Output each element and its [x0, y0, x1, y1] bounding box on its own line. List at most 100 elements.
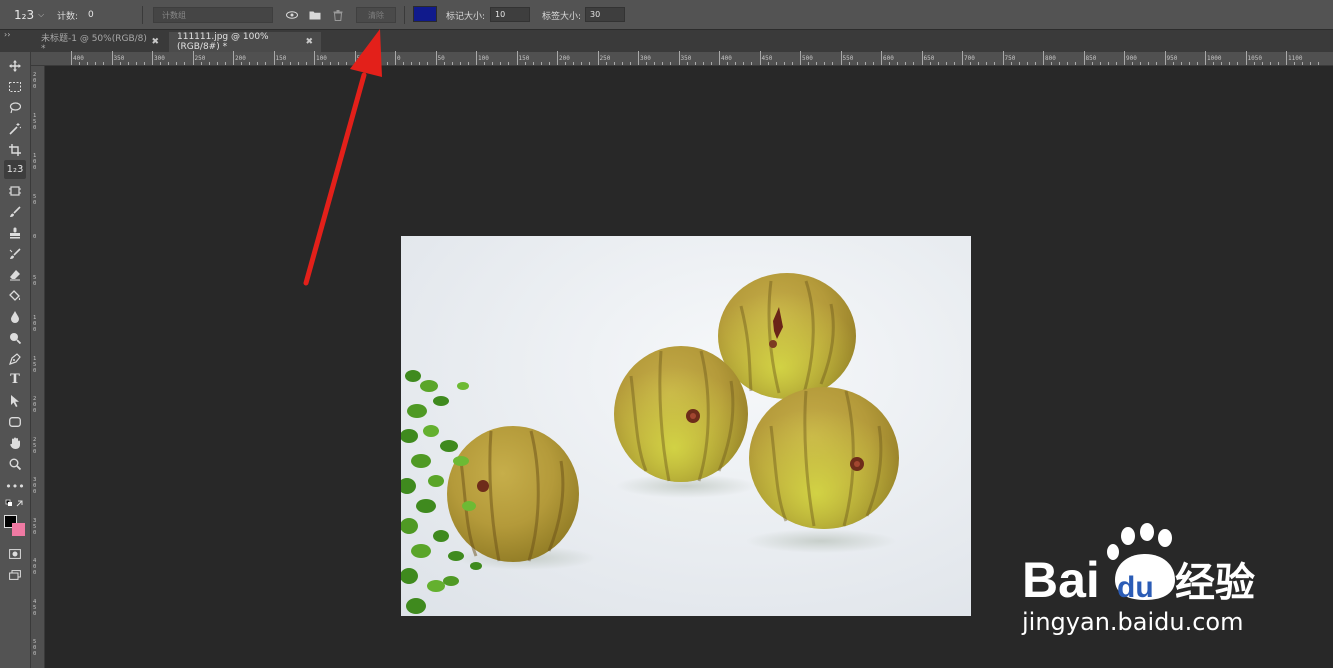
ruler-major-tick [476, 51, 477, 65]
pen-icon[interactable] [4, 349, 26, 368]
ruler-minor-tick [783, 62, 785, 65]
ruler-label: 50 [356, 55, 364, 62]
type-icon[interactable]: T [4, 370, 26, 389]
marker-size-label: 标记大小: [446, 11, 486, 22]
count-group-select[interactable]: 计数组 [153, 7, 273, 23]
more-tools-icon[interactable]: ••• [4, 477, 26, 496]
ruler-minor-tick [200, 62, 202, 65]
label-size-input[interactable]: 30 [585, 7, 625, 22]
ruler-major-tick [638, 51, 639, 65]
trash-icon[interactable] [331, 8, 345, 22]
path-select-icon[interactable] [4, 391, 26, 410]
count-tool-icon[interactable]: 1₂3 [4, 160, 26, 179]
ruler-major-tick [516, 51, 518, 65]
ruler-major-tick [273, 51, 275, 65]
tab-111111-jpg[interactable]: 111111.jpg @ 100%(RGB/8#) * ✖ [169, 32, 321, 52]
marker-color-swatch[interactable] [413, 6, 437, 22]
history-brush-icon[interactable] [4, 244, 26, 263]
stamp-icon[interactable] [4, 223, 26, 242]
ruler-minor-tick [1140, 62, 1142, 65]
ruler-label: 850 [1085, 55, 1097, 62]
document-image[interactable] [401, 236, 971, 616]
paint-bucket-icon[interactable] [4, 286, 26, 305]
brush-icon[interactable] [4, 202, 26, 221]
tool-preset-picker[interactable]: 1₂3 ⌵ [14, 0, 44, 30]
tab-label: 111111.jpg @ 100%(RGB/8#) * [177, 32, 269, 52]
blur-icon[interactable] [4, 307, 26, 326]
ruler-label: 150 [33, 355, 37, 374]
ruler-label: 100 [316, 55, 327, 62]
collapse-panel-icon[interactable]: ›› [4, 30, 10, 39]
ruler-label: 450 [33, 598, 37, 617]
ruler-label: 300 [640, 55, 651, 62]
ruler-minor-tick [1156, 62, 1158, 65]
tab-untitled[interactable]: 未标题-1 @ 50%(RGB/8) * ✖ [33, 32, 167, 54]
ruler-minor-tick [986, 62, 988, 65]
ruler-major-tick [840, 51, 842, 65]
crop-icon[interactable] [4, 140, 26, 159]
count-label: 计数: [57, 11, 79, 22]
watermark-domain: jingyan.baidu.com [1022, 608, 1244, 636]
lasso-icon[interactable] [4, 98, 26, 117]
ruler-minor-tick [1237, 62, 1239, 65]
ruler-minor-tick [735, 62, 737, 65]
ruler-minor-tick [362, 62, 364, 65]
options-divider [142, 6, 143, 24]
ruler-minor-tick [945, 62, 947, 65]
marquee-icon[interactable] [4, 77, 26, 96]
hand-icon[interactable] [4, 433, 26, 452]
ruler-minor-tick [289, 62, 291, 65]
ruler-minor-tick [451, 62, 453, 65]
ruler-minor-tick [1253, 62, 1255, 65]
swap-colors-icon[interactable] [4, 498, 26, 510]
ruler-major-tick [152, 51, 153, 65]
ruler-minor-tick [508, 62, 510, 65]
baidu-jingyan-watermark: Bai du 经验 jingyan.baidu.com [1020, 522, 1270, 642]
ruler-minor-tick [305, 62, 307, 65]
ruler-major-tick [395, 51, 396, 65]
zoom-icon[interactable] [4, 454, 26, 473]
clear-button[interactable]: 清除 [356, 7, 396, 23]
eye-icon[interactable] [285, 8, 299, 22]
ruler-minor-tick [322, 62, 324, 65]
tool-preset-label: 1₂3 [14, 8, 35, 22]
close-icon[interactable]: ✖ [305, 37, 313, 47]
dodge-icon[interactable] [4, 328, 26, 347]
eraser-icon[interactable] [4, 265, 26, 284]
ruler-label: 400 [721, 55, 732, 62]
ruler-minor-tick [646, 62, 648, 65]
figs-photo [401, 236, 971, 616]
ruler-label: 100 [478, 55, 489, 62]
close-icon[interactable]: ✖ [151, 37, 159, 47]
ruler-label: 500 [33, 639, 37, 657]
screen-mode-icon[interactable] [4, 565, 26, 584]
tools-panel: 1₂3 T ••• [0, 52, 31, 668]
ruler-major-tick [314, 51, 315, 65]
ruler-label: 100 [33, 315, 37, 333]
move-icon[interactable] [4, 56, 26, 75]
background-color-swatch[interactable] [12, 523, 25, 536]
ruler-label: 1050 [1247, 55, 1262, 62]
ruler-minor-tick [1099, 62, 1101, 65]
vertical-ruler: 200 150 100 50 0 50 100 150 200 250 300 350 400 450 50… [31, 66, 45, 668]
ruler-minor-tick [1115, 62, 1117, 65]
magic-wand-icon[interactable] [4, 119, 26, 138]
folder-icon[interactable] [308, 8, 322, 22]
logo-text-bai: Bai [1022, 552, 1100, 608]
ruler-minor-tick [1188, 62, 1190, 65]
ruler-label: 200 [559, 55, 570, 62]
ruler-minor-tick [346, 62, 348, 65]
logo-text-jingyan: 经验 [1175, 560, 1255, 606]
ruler-minor-tick [1107, 62, 1109, 65]
quick-mask-icon[interactable] [4, 544, 26, 563]
ruler-label: 500 [802, 55, 813, 62]
ruler-minor-tick [265, 62, 267, 65]
frame-icon[interactable] [4, 181, 26, 200]
shape-icon[interactable] [4, 412, 26, 431]
ruler-minor-tick [249, 62, 251, 65]
ruler-minor-tick [589, 62, 591, 65]
ruler-minor-tick [662, 62, 664, 65]
ruler-minor-tick [743, 62, 745, 65]
marker-size-input[interactable]: 10 [490, 7, 530, 22]
fig [447, 426, 579, 562]
